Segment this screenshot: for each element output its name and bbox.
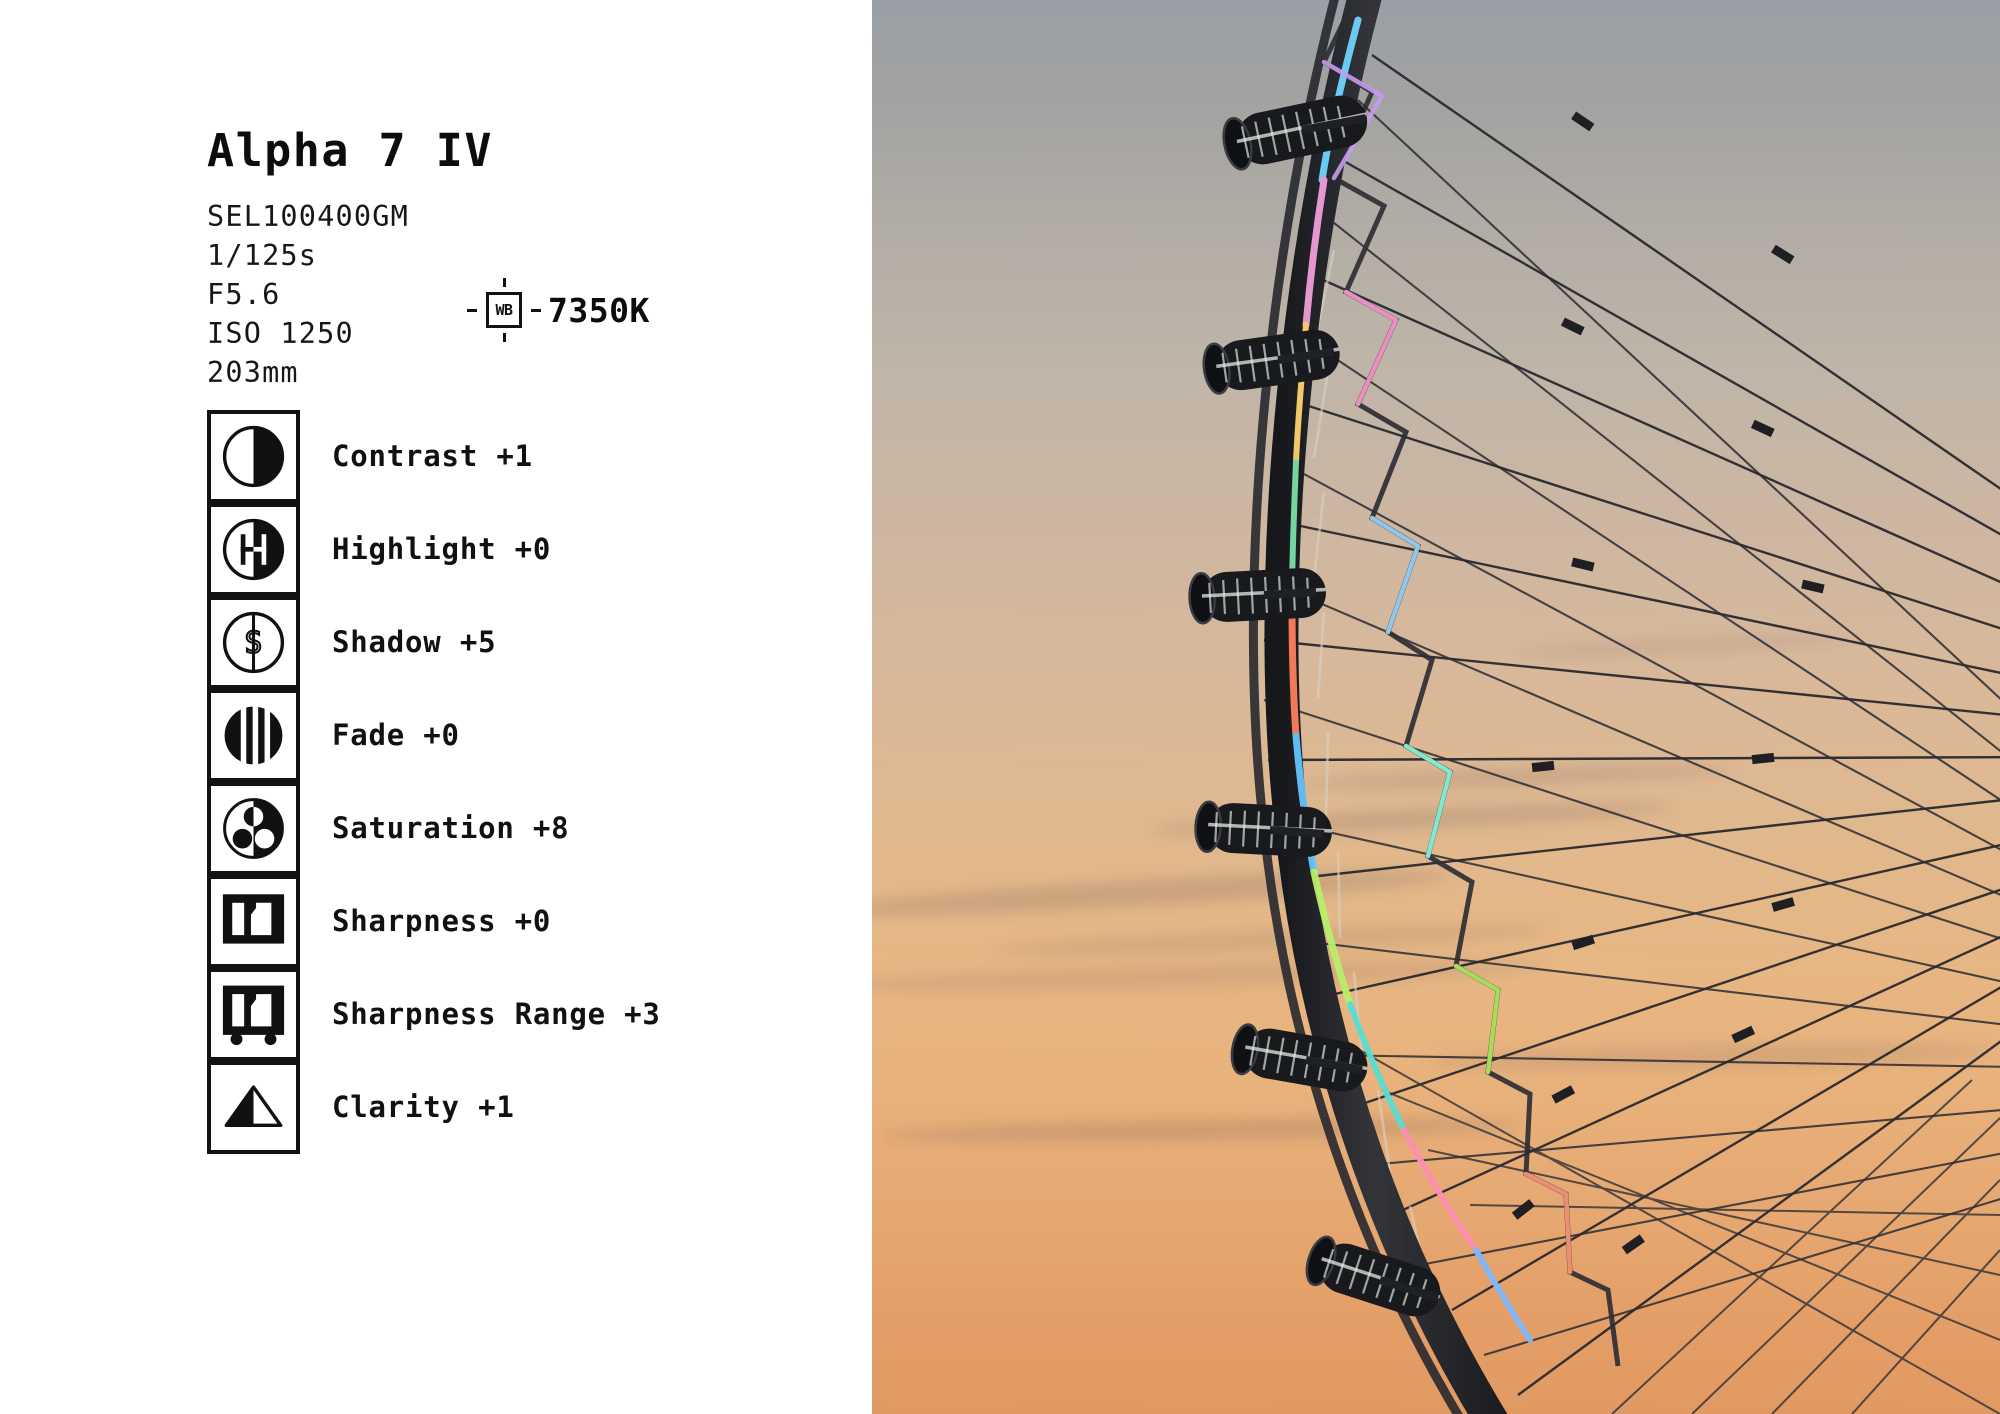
adjustment-label-contrast: Contrast +1 bbox=[332, 439, 533, 473]
white-balance-temperature: 7350K bbox=[548, 290, 650, 330]
exif-lens: SEL100400GM bbox=[207, 200, 409, 233]
adjustment-row-sharpness-range: Sharpness Range +3 bbox=[207, 968, 661, 1061]
adjustment-row-saturation: Saturation +8 bbox=[207, 782, 661, 875]
adjustment-label-highlight: Highlight +0 bbox=[332, 532, 552, 566]
camera-model-title: Alpha 7 IV bbox=[207, 124, 493, 177]
adjustment-label-fade: Fade +0 bbox=[332, 718, 460, 752]
sharpness-icon bbox=[207, 875, 300, 968]
adjustment-label-saturation: Saturation +8 bbox=[332, 811, 570, 845]
shadow-icon: S bbox=[207, 596, 300, 689]
adjustment-row-shadow: S Shadow +5 bbox=[207, 596, 661, 689]
adjustment-label-clarity: Clarity +1 bbox=[332, 1090, 515, 1124]
adjustment-row-clarity: Clarity +1 bbox=[207, 1061, 661, 1154]
sharpness-range-icon bbox=[207, 968, 300, 1061]
white-balance-badge-label: WB bbox=[495, 300, 513, 319]
exif-focal-length: 203mm bbox=[207, 356, 299, 389]
fade-icon bbox=[207, 689, 300, 782]
film-grain-overlay bbox=[872, 0, 2000, 1414]
adjustment-row-fade: Fade +0 bbox=[207, 689, 661, 782]
exif-list: SEL100400GM 1/125s F5.6 ISO 1250 203mm W… bbox=[207, 197, 827, 392]
contrast-icon bbox=[207, 410, 300, 503]
saturation-icon bbox=[207, 782, 300, 875]
adjustment-row-sharpness: Sharpness +0 bbox=[207, 875, 661, 968]
adjustment-label-sharpness-range: Sharpness Range +3 bbox=[332, 997, 661, 1031]
photograph bbox=[872, 0, 2000, 1414]
camera-info-block: Alpha 7 IV SEL100400GM 1/125s F5.6 ISO 1… bbox=[207, 128, 827, 392]
highlight-icon bbox=[207, 503, 300, 596]
info-panel: Alpha 7 IV SEL100400GM 1/125s F5.6 ISO 1… bbox=[0, 0, 872, 1414]
adjustment-label-sharpness: Sharpness +0 bbox=[332, 904, 552, 938]
edit-card: Alpha 7 IV SEL100400GM 1/125s F5.6 ISO 1… bbox=[0, 0, 2000, 1414]
white-balance-readout: WB 7350K bbox=[467, 278, 650, 342]
adjustment-row-highlight: Highlight +0 bbox=[207, 503, 661, 596]
adjustments-list: Contrast +1 Highlight +0 S Shadow +5 Fad… bbox=[207, 410, 661, 1154]
white-balance-icon: WB bbox=[467, 278, 541, 342]
clarity-icon bbox=[207, 1061, 300, 1154]
exif-shutter-speed: 1/125s bbox=[207, 239, 318, 272]
svg-text:S: S bbox=[245, 626, 262, 660]
adjustment-label-shadow: Shadow +5 bbox=[332, 625, 497, 659]
adjustment-row-contrast: Contrast +1 bbox=[207, 410, 661, 503]
